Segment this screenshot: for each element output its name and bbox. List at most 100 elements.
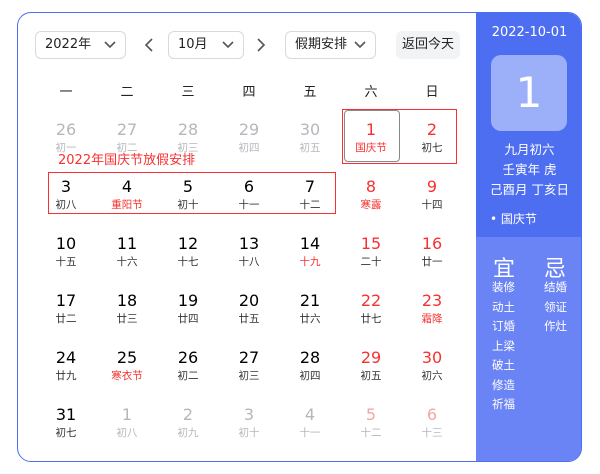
day-number: 26 <box>55 120 77 139</box>
month-select[interactable]: 10月 <box>168 31 244 59</box>
lunar-label: 十六 <box>116 256 138 268</box>
day-cell[interactable]: 11 十六 <box>102 234 152 280</box>
day-cell[interactable]: 16 廿一 <box>407 234 457 280</box>
day-cell[interactable]: 10 十五 <box>41 234 91 280</box>
day-number: 10 <box>55 234 77 253</box>
ji-item: 结婚 <box>544 280 567 294</box>
day-cell[interactable]: 9 十四 <box>407 177 457 223</box>
holiday-select[interactable]: 假期安排 <box>285 31 376 59</box>
day-number: 23 <box>421 291 443 310</box>
day-number: 9 <box>426 177 438 196</box>
day-cell[interactable]: 28 初四 <box>285 348 335 394</box>
lunar-label: 廿二 <box>55 313 77 325</box>
lunar-label: 十九 <box>299 256 321 268</box>
lunar-label: 初四 <box>299 370 321 382</box>
big-day-number: 1 <box>491 55 567 131</box>
chevron-right-icon[interactable] <box>256 37 266 53</box>
day-cell[interactable]: 18 廿三 <box>102 291 152 337</box>
day-number: 22 <box>360 291 382 310</box>
lunar-label: 二十 <box>360 256 382 268</box>
lunar-label: 初三 <box>238 370 260 382</box>
day-number: 11 <box>116 234 138 253</box>
weekday-tue: 二 <box>120 85 134 100</box>
lunar-label: 廿七 <box>360 313 382 325</box>
day-number: 6 <box>426 405 438 424</box>
day-number: 25 <box>116 348 138 367</box>
day-number: 18 <box>116 291 138 310</box>
year-select-label: 2022年 <box>45 37 92 52</box>
weekday-thu: 四 <box>242 85 256 100</box>
day-cell[interactable]: 1 初八 <box>102 405 152 451</box>
weekday-fri: 五 <box>303 85 317 100</box>
day-cell[interactable]: 4 十一 <box>285 405 335 451</box>
yi-item: 上梁 <box>492 338 515 353</box>
day-cell[interactable]: 5 十二 <box>346 405 396 451</box>
day-cell[interactable]: 8 寒露 <box>346 177 396 223</box>
day-number: 3 <box>243 405 255 424</box>
lunar-label: 十二 <box>360 427 382 439</box>
day-number: 13 <box>238 234 260 253</box>
calendar-main: 2022年 10月 假期安排 返回今天 一 二 三 四 五 六 日 26 初一 27… <box>18 13 476 461</box>
chevron-left-icon[interactable] <box>144 37 154 53</box>
day-number: 30 <box>421 348 443 367</box>
month-select-label: 10月 <box>178 37 208 52</box>
lunar-label: 初十 <box>238 427 260 439</box>
day-cell[interactable]: 2 初九 <box>163 405 213 451</box>
day-number: 28 <box>177 120 199 139</box>
day-cell[interactable]: 23 霜降 <box>407 291 457 337</box>
ji-item: 作灶 <box>544 319 567 333</box>
day-cell[interactable]: 27 初三 <box>224 348 274 394</box>
chevron-down-icon <box>222 41 234 49</box>
day-cell[interactable]: 25 寒衣节 <box>102 348 152 394</box>
lunar-label: 初二 <box>177 370 199 382</box>
day-cell[interactable]: 30 初五 <box>285 120 335 166</box>
day-cell[interactable]: 30 初六 <box>407 348 457 394</box>
day-number: 17 <box>55 291 77 310</box>
day-cell[interactable]: 15 二十 <box>346 234 396 280</box>
lunar-label: 初五 <box>299 142 321 154</box>
holiday-select-label: 假期安排 <box>295 37 348 52</box>
yi-list: 装修 动土 订婚 上梁 破土 修造 祈福 <box>492 278 515 415</box>
day-number: 24 <box>55 348 77 367</box>
lunar-label: 初五 <box>360 370 382 382</box>
lunar-label: 廿五 <box>238 313 260 325</box>
lunar-label: 初九 <box>177 427 199 439</box>
lunar-label: 廿六 <box>299 313 321 325</box>
lunar-label: 初七 <box>55 427 77 439</box>
lunar-label: 十一 <box>299 427 321 439</box>
day-number: 4 <box>304 405 316 424</box>
weekday-sun: 日 <box>425 85 439 100</box>
day-cell[interactable]: 29 初五 <box>346 348 396 394</box>
yi-item: 装修 <box>492 280 515 294</box>
day-cell[interactable]: 29 初四 <box>224 120 274 166</box>
weekday-wed: 三 <box>181 85 195 100</box>
yi-item: 订婚 <box>492 319 515 333</box>
day-cell[interactable]: 26 初二 <box>163 348 213 394</box>
day-cell[interactable]: 13 十八 <box>224 234 274 280</box>
year-ganzhi: 壬寅年 虎 <box>502 162 557 177</box>
lunar-label: 十七 <box>177 256 199 268</box>
day-cell[interactable]: 17 廿二 <box>41 291 91 337</box>
lunar-label: 霜降 <box>421 313 443 325</box>
day-detail-panel: 2022-10-01 1 九月初六 壬寅年 虎 己酉月 丁亥日 • 国庆节 宜 … <box>476 13 581 461</box>
day-cell[interactable]: 22 廿七 <box>346 291 396 337</box>
lunar-label: 廿四 <box>177 313 199 325</box>
yi-item: 动土 <box>492 299 515 314</box>
day-cell[interactable]: 19 廿四 <box>163 291 213 337</box>
day-cell[interactable]: 20 廿五 <box>224 291 274 337</box>
day-cell[interactable]: 21 廿六 <box>285 291 335 337</box>
day-number: 20 <box>238 291 260 310</box>
year-select[interactable]: 2022年 <box>35 31 126 59</box>
day-cell[interactable]: 6 十三 <box>407 405 457 451</box>
lunar-label: 寒衣节 <box>111 370 143 382</box>
lunar-label: 初八 <box>116 427 138 439</box>
day-number: 12 <box>177 234 199 253</box>
lunar-label: 十八 <box>238 256 260 268</box>
lunar-label: 十三 <box>421 427 443 439</box>
day-cell[interactable]: 12 十七 <box>163 234 213 280</box>
day-cell[interactable]: 14 十九 <box>285 234 335 280</box>
day-cell[interactable]: 24 廿九 <box>41 348 91 394</box>
day-cell[interactable]: 31 初七 <box>41 405 91 451</box>
today-button[interactable]: 返回今天 <box>396 31 460 59</box>
day-cell[interactable]: 3 初十 <box>224 405 274 451</box>
